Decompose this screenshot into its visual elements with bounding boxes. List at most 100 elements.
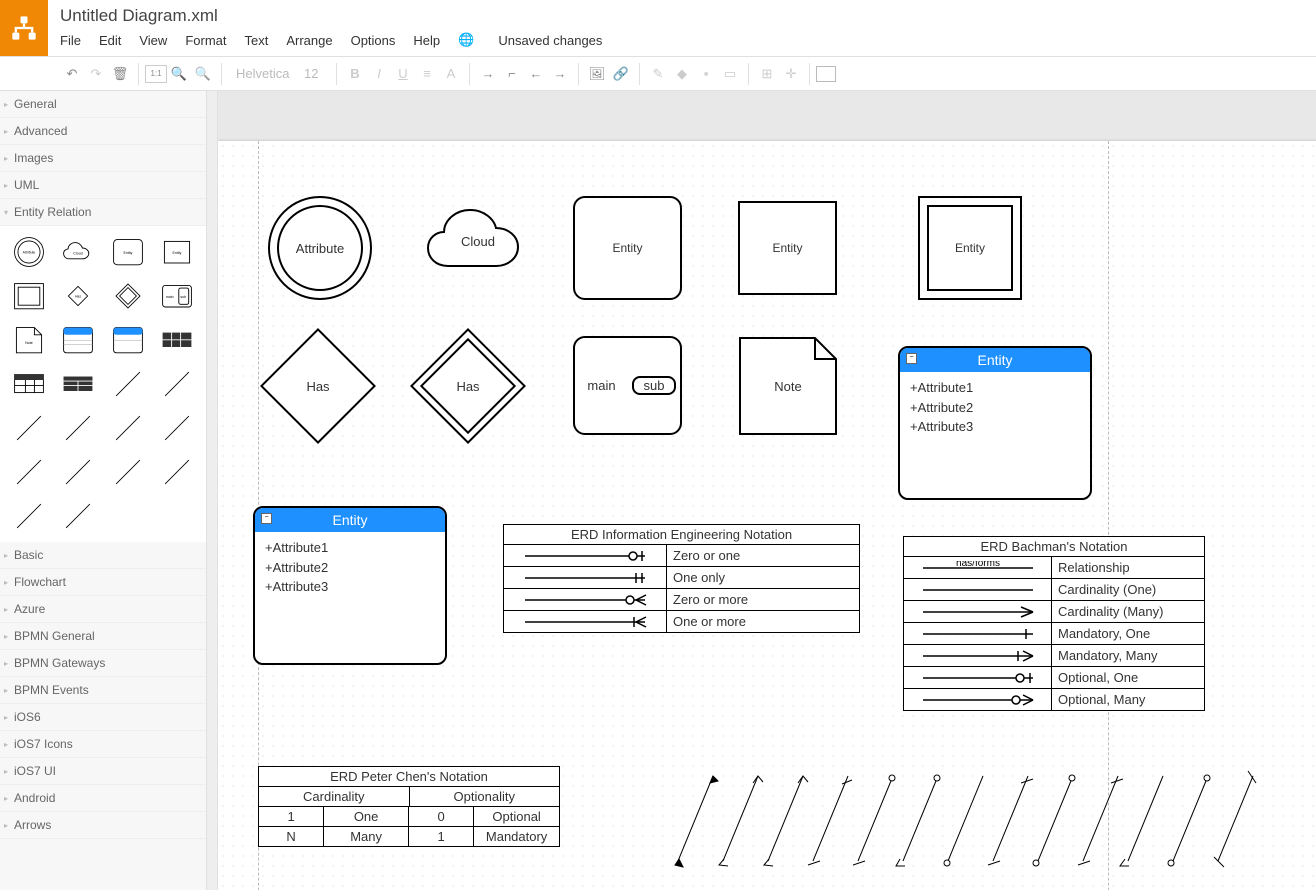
sidebar-splitter[interactable] — [207, 91, 218, 890]
shape-entity-double[interactable]: Entity — [918, 196, 1022, 300]
sidebar-section-ios7-icons[interactable]: iOS7 Icons — [0, 731, 206, 758]
palette-line-8[interactable] — [56, 452, 102, 492]
grid-button[interactable]: ⊞ — [755, 63, 779, 85]
sidebar-section-entity-relation[interactable]: Entity Relation — [0, 199, 206, 226]
svg-text:Attribute: Attribute — [22, 251, 35, 255]
palette-table-split[interactable] — [56, 364, 102, 404]
delete-button[interactable]: 🗑 — [108, 63, 132, 85]
palette-entity-rounded[interactable]: Entity — [105, 232, 151, 272]
palette-table-dark[interactable] — [155, 320, 201, 360]
fill-color-button[interactable]: ◆ — [670, 63, 694, 85]
sidebar-section-ios6[interactable]: iOS6 — [0, 704, 206, 731]
app-logo[interactable] — [0, 0, 48, 56]
palette-entity-table-1[interactable] — [56, 320, 102, 360]
erd-ie-notation-table[interactable]: ERD Information Engineering Notation Zer… — [503, 524, 860, 633]
palette-line-10[interactable] — [155, 452, 201, 492]
palette-entity-table-2[interactable] — [105, 320, 151, 360]
shape-attribute[interactable]: Attribute — [268, 196, 372, 300]
palette-entity-double[interactable] — [6, 276, 52, 316]
erd-chen-notation-table[interactable]: ERD Peter Chen's Notation CardinalityOpt… — [258, 766, 560, 847]
undo-button[interactable]: ↶ — [60, 63, 84, 85]
menu-help[interactable]: Help — [413, 31, 450, 50]
shape-cloud[interactable]: Cloud — [418, 201, 538, 281]
menu-edit[interactable]: Edit — [99, 31, 131, 50]
menu-text[interactable]: Text — [244, 31, 278, 50]
redo-button[interactable]: ↷ — [84, 63, 108, 85]
shape-entity-table-1[interactable]: −Entity +Attribute1 +Attribute2 +Attribu… — [898, 346, 1092, 500]
zoom-in-button[interactable]: 🔍 — [167, 63, 191, 85]
sidebar-section-bpmn-gateways[interactable]: BPMN Gateways — [0, 650, 206, 677]
sidebar-section-uml[interactable]: UML — [0, 172, 206, 199]
waypoint-button[interactable]: ⌐ — [500, 63, 524, 85]
palette-entity-rect[interactable]: Entity — [155, 232, 201, 272]
shape-has-diamond[interactable]: Has — [263, 331, 373, 441]
zoom-out-button[interactable]: 🔍 — [191, 63, 215, 85]
menu-options[interactable]: Options — [351, 31, 406, 50]
palette-line-2[interactable] — [155, 364, 201, 404]
attr-row: +Attribute1 — [910, 378, 1080, 398]
palette-line-6[interactable] — [155, 408, 201, 448]
palette-line-4[interactable] — [56, 408, 102, 448]
sidebar-section-basic[interactable]: Basic — [0, 542, 206, 569]
sidebar-section-advanced[interactable]: Advanced — [0, 118, 206, 145]
container-button[interactable]: ▭ — [718, 63, 742, 85]
menu-format[interactable]: Format — [185, 31, 236, 50]
palette-line-12[interactable] — [56, 496, 102, 536]
italic-button[interactable]: I — [367, 63, 391, 85]
palette-line-5[interactable] — [105, 408, 151, 448]
palette-line-1[interactable] — [105, 364, 151, 404]
shape-note[interactable]: Note — [738, 336, 838, 436]
canvas-viewport[interactable]: Attribute Cloud Entity Entity Entity Has… — [218, 91, 1316, 890]
sidebar-section-arrows[interactable]: Arrows — [0, 812, 206, 839]
sidebar-section-azure[interactable]: Azure — [0, 596, 206, 623]
document-title[interactable]: Untitled Diagram.xml — [60, 6, 620, 26]
align-button[interactable]: ≡ — [415, 63, 439, 85]
sidebar-section-android[interactable]: Android — [0, 785, 206, 812]
shape-entity-rect[interactable]: Entity — [738, 201, 837, 295]
erd-bachman-notation-table[interactable]: ERD Bachman's Notation has/formsRelation… — [903, 536, 1205, 711]
font-family-select[interactable]: Helvetica — [228, 66, 304, 81]
palette-line-11[interactable] — [6, 496, 52, 536]
underline-button[interactable]: U — [391, 63, 415, 85]
bold-button[interactable]: B — [343, 63, 367, 85]
sidebar-section-ios7-ui[interactable]: iOS7 UI — [0, 758, 206, 785]
palette-note[interactable]: Note — [6, 320, 52, 360]
font-size-input[interactable]: 12 — [304, 66, 330, 81]
line-end-button[interactable]: → — [548, 63, 572, 85]
palette-line-7[interactable] — [6, 452, 52, 492]
sidebar-section-general[interactable]: General — [0, 91, 206, 118]
menu-view[interactable]: View — [139, 31, 177, 50]
canvas[interactable]: Attribute Cloud Entity Entity Entity Has… — [218, 141, 1316, 890]
palette-has-double-diamond[interactable] — [105, 276, 151, 316]
shape-main-sub[interactable]: main sub — [573, 336, 682, 435]
outline-button[interactable] — [816, 66, 836, 82]
palette-attribute[interactable]: Attribute — [6, 232, 52, 272]
palette-table-header-dark[interactable] — [6, 364, 52, 404]
sidebar-section-images[interactable]: Images — [0, 145, 206, 172]
menu-arrange[interactable]: Arrange — [286, 31, 342, 50]
sidebar-section-bpmn-events[interactable]: BPMN Events — [0, 677, 206, 704]
shape-has-double-diamond[interactable]: Has — [413, 331, 523, 441]
shadow-button[interactable]: ▪ — [694, 63, 718, 85]
palette-line-9[interactable] — [105, 452, 151, 492]
guides-button[interactable]: ✛ — [779, 63, 803, 85]
shape-entity-rounded[interactable]: Entity — [573, 196, 682, 300]
shape-entity-table-2[interactable]: −Entity +Attribute1 +Attribute2 +Attribu… — [253, 506, 447, 665]
link-button[interactable]: 🔗 — [609, 63, 633, 85]
line-start-button[interactable]: ← — [524, 63, 548, 85]
stroke-color-button[interactable]: ✎ — [646, 63, 670, 85]
sidebar-section-bpmn-general[interactable]: BPMN General — [0, 623, 206, 650]
image-button[interactable]: 🖼 — [585, 63, 609, 85]
language-icon[interactable]: 🌐 — [458, 31, 484, 50]
actual-size-button[interactable]: 1:1 — [145, 65, 167, 83]
palette-has-diamond[interactable]: Has — [56, 276, 102, 316]
connection-button[interactable]: → — [476, 63, 500, 85]
font-color-button[interactable]: A — [439, 63, 463, 85]
palette-line-3[interactable] — [6, 408, 52, 448]
palette-main-sub[interactable]: mainsub — [155, 276, 201, 316]
palette-cloud[interactable]: Cloud — [56, 232, 102, 272]
connector-samples[interactable] — [638, 761, 1278, 890]
menu-file[interactable]: File — [60, 31, 91, 50]
sidebar-section-flowchart[interactable]: Flowchart — [0, 569, 206, 596]
svg-text:Cloud: Cloud — [74, 251, 83, 255]
